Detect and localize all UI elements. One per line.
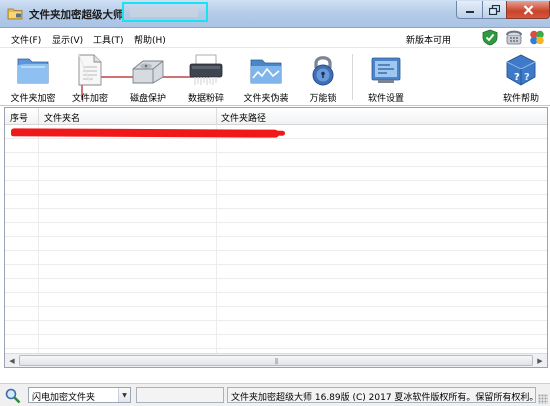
close-icon (523, 4, 533, 15)
folder-disguise-button[interactable]: 文件夹伪装 (238, 48, 294, 106)
list-header: 序号 文件夹名 文件夹路径 (5, 108, 547, 125)
column-header-folder-path[interactable]: 文件夹路径 (221, 111, 266, 124)
data-shred-button[interactable]: 数据粉碎 (178, 48, 234, 106)
column-header-folder-name[interactable]: 文件夹名 (44, 111, 80, 124)
encrypt-type-dropdown[interactable]: 闪电加密文件夹 ▼ (28, 387, 131, 403)
window-title: 文件夹加密超级大师 (29, 9, 124, 21)
restore-button[interactable] (482, 1, 507, 19)
menu-tools[interactable]: 工具(T) (93, 33, 124, 46)
toolbar: 文件夹加密 文件加密 磁盘保护 数据粉碎 文件夹伪装 万能锁 软件设置 ? ? … (0, 48, 550, 106)
grid-column-line (216, 125, 217, 353)
grid-column-line (38, 125, 39, 353)
settings-label: 软件设置 (367, 94, 404, 104)
menu-help[interactable]: 帮助(H) (134, 33, 166, 46)
column-divider[interactable] (38, 108, 39, 125)
status-bar: 闪电加密文件夹 ▼ 文件夹加密超级大师 16.89版 (C) 2017 夏冰软件… (0, 383, 550, 406)
horizontal-scrollbar[interactable]: ◀ ||| ▶ (5, 353, 547, 367)
blue-folder-icon (17, 58, 49, 84)
help-button[interactable]: ? ? 软件帮助 (494, 48, 548, 106)
clover-icon[interactable] (528, 29, 546, 46)
chevron-down-icon[interactable]: ▼ (118, 388, 130, 402)
telephone-icon[interactable] (505, 29, 523, 46)
encrypt-type-value: 闪电加密文件夹 (32, 393, 96, 403)
folder-lock-app-icon (7, 8, 23, 20)
new-version-notice[interactable]: 新版本可用 (406, 33, 451, 46)
disk-protect-button[interactable]: 磁盘保护 (122, 48, 174, 106)
disguise-folder-icon (250, 59, 282, 84)
svg-text:?: ? (514, 72, 520, 83)
folder-encrypt-button[interactable]: 文件夹加密 (4, 48, 62, 106)
data-shred-label: 数据粉碎 (187, 94, 224, 104)
restore-icon (489, 4, 500, 15)
master-lock-label: 万能锁 (309, 94, 337, 104)
column-divider[interactable] (216, 108, 217, 125)
svg-text:?: ? (524, 72, 530, 83)
padlock-icon (312, 56, 334, 86)
scroll-left-icon[interactable]: ◀ (5, 354, 19, 367)
menu-bar: 文件(F) 显示(V) 工具(T) 帮助(H) 新版本可用 (0, 28, 550, 48)
title-redaction-box (122, 2, 208, 22)
list-grid (5, 125, 547, 353)
help-cube-icon: ? ? (506, 54, 536, 86)
folder-list[interactable]: 序号 文件夹名 文件夹路径 ◀ ||| ▶ (4, 107, 548, 368)
master-lock-button[interactable]: 万能锁 (300, 48, 346, 106)
settings-panel-icon (371, 57, 401, 83)
redacted-list-row[interactable] (10, 128, 286, 138)
help-label: 软件帮助 (502, 94, 539, 104)
hard-disk-icon (132, 60, 164, 84)
folder-encrypt-label: 文件夹加密 (10, 94, 56, 104)
status-panel (136, 387, 224, 403)
file-encrypt-label: 文件加密 (71, 94, 108, 104)
resize-grip-icon[interactable] (538, 394, 548, 404)
scrollbar-thumb[interactable]: ||| (19, 355, 533, 366)
settings-button[interactable]: 软件设置 (358, 48, 414, 106)
close-button[interactable] (506, 1, 550, 19)
minimize-button[interactable] (456, 1, 483, 19)
file-encrypt-button[interactable]: 文件加密 (64, 48, 116, 106)
menu-view[interactable]: 显示(V) (52, 33, 83, 46)
folder-disguise-label: 文件夹伪装 (243, 94, 289, 104)
shield-check-icon[interactable] (481, 29, 499, 46)
copyright-text: 文件夹加密超级大师 16.89版 (C) 2017 夏冰软件版权所有。保留所有权… (227, 387, 536, 403)
toolbar-separator (352, 54, 353, 100)
shredder-icon (189, 54, 223, 85)
grip-icon: ||| (274, 358, 278, 365)
scroll-right-icon[interactable]: ▶ (533, 354, 547, 367)
disk-protect-label: 磁盘保护 (129, 94, 166, 104)
search-icon[interactable] (4, 387, 22, 404)
minimize-icon (465, 10, 474, 13)
document-icon (78, 54, 102, 86)
menu-file[interactable]: 文件(F) (11, 33, 41, 46)
column-header-index[interactable]: 序号 (10, 111, 28, 124)
title-bar[interactable]: 文件夹加密超级大师 (0, 0, 550, 28)
